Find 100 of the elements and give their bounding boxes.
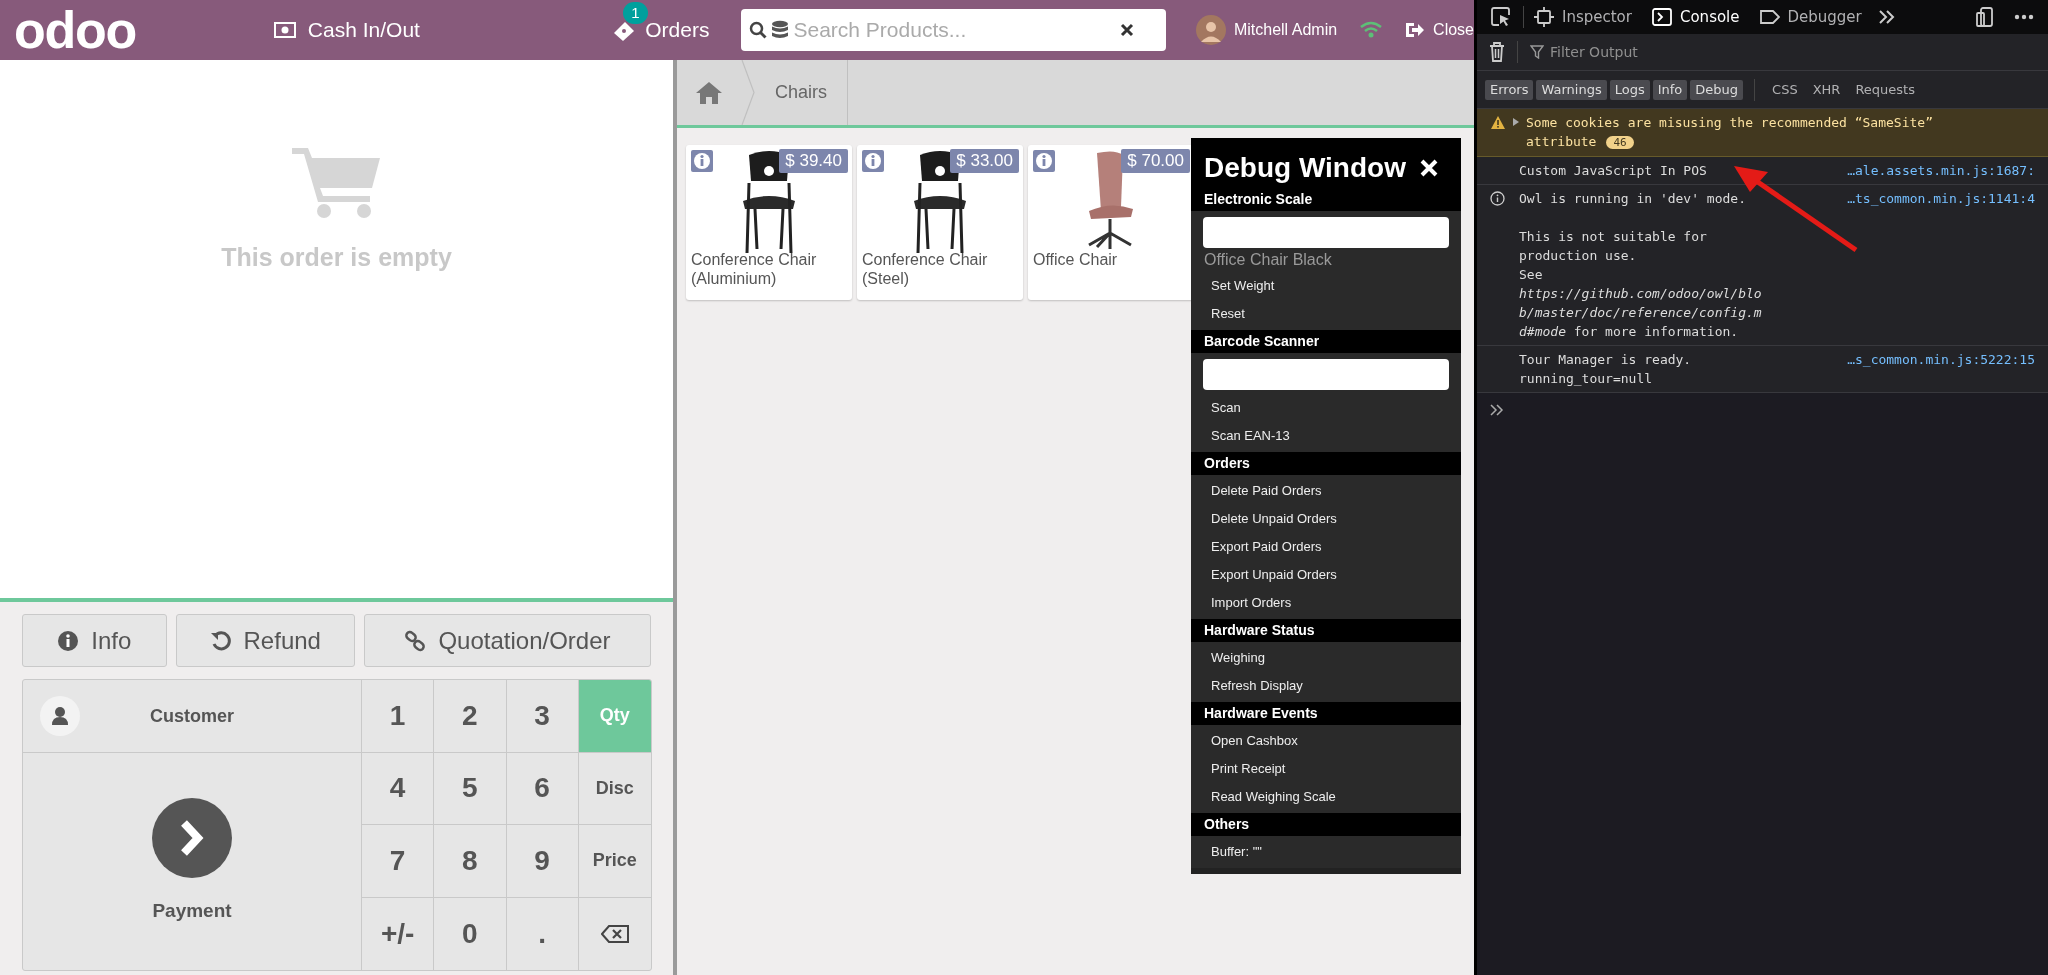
console-message: Tour Manager is ready. running_tour=null — [1519, 351, 1693, 388]
debug-action[interactable]: Delete Paid Orders — [1191, 477, 1461, 505]
numpad-key[interactable]: 5 — [434, 752, 507, 825]
backspace-icon — [600, 924, 629, 943]
debug-action[interactable]: Export Unpaid Orders — [1191, 561, 1461, 589]
numpad-key[interactable]: 7 — [362, 825, 435, 898]
level-filter-button[interactable]: Logs — [1609, 79, 1650, 100]
numpad-key[interactable]: 4 — [362, 752, 435, 825]
debug-action[interactable]: Delete Unpaid Orders — [1191, 505, 1461, 533]
numpad-key[interactable]: 3 — [506, 680, 579, 753]
source-link[interactable]: …s_common.min.js:5222:15 — [1847, 350, 2035, 369]
numpad-key[interactable]: 6 — [506, 752, 579, 825]
debug-action[interactable]: Export Paid Orders — [1191, 533, 1461, 561]
numpad-key[interactable]: 9 — [506, 825, 579, 898]
control-button[interactable]: Quotation/Order — [363, 614, 651, 667]
home-icon — [695, 80, 723, 105]
price-tag: $ 70.00 — [1121, 149, 1190, 173]
payment-button[interactable]: Payment — [23, 753, 361, 970]
info-icon — [1490, 191, 1505, 206]
close-icon[interactable] — [1420, 159, 1438, 177]
debug-action[interactable]: Refresh Display — [1191, 672, 1461, 700]
element-picker-icon[interactable] — [1491, 7, 1511, 27]
level-filter-button[interactable]: Info — [1652, 79, 1688, 100]
console-icon — [1651, 7, 1672, 27]
numpad-key[interactable]: 1 — [362, 680, 435, 753]
info-icon — [57, 629, 80, 652]
product-card[interactable]: $ 33.00 Conference Chair (Steel) — [857, 145, 1023, 300]
person-icon — [40, 696, 80, 736]
product-card[interactable]: $ 70.00 Office Chair — [1028, 145, 1194, 300]
debug-section-title: Hardware Events — [1191, 702, 1461, 725]
devtools-tab[interactable]: Inspector — [1524, 0, 1642, 34]
responsive-design-icon[interactable] — [1976, 7, 1994, 27]
numpad-key[interactable]: . — [506, 897, 579, 970]
debug-action[interactable]: Scan — [1191, 394, 1461, 422]
link-icon — [404, 629, 427, 652]
search-bar[interactable]: Search Products... — [741, 9, 1166, 51]
numpad-key[interactable]: +/- — [362, 897, 435, 970]
customer-button[interactable]: Customer — [23, 680, 361, 753]
warning-message: Some cookies are misusing the recommended “SameSite” attribute 46 — [1526, 114, 1934, 151]
category-filter-button[interactable]: XHR — [1806, 79, 1847, 100]
debug-action[interactable]: Read Weighing Scale — [1191, 783, 1461, 811]
wifi-icon — [1359, 21, 1384, 39]
more-options-icon[interactable] — [2014, 14, 2034, 20]
info-icon[interactable] — [862, 150, 884, 172]
product-name: Conference Chair (Steel) — [861, 250, 989, 288]
search-icon — [749, 21, 768, 39]
devtools-tab[interactable]: Debugger — [1749, 0, 1872, 34]
debug-action[interactable]: Open Cashbox — [1191, 727, 1461, 755]
debug-action[interactable]: Scan EAN-13 — [1191, 422, 1461, 450]
control-button[interactable]: Refund — [175, 614, 355, 667]
mode-key[interactable]: Price — [578, 825, 651, 898]
trash-icon[interactable] — [1489, 42, 1505, 62]
close-button[interactable]: Close — [1405, 18, 1474, 42]
cash-in-out-button[interactable]: Cash In/Out — [273, 14, 572, 46]
debug-window-title: Debug Window — [1204, 151, 1406, 185]
level-filter-button[interactable]: Errors — [1485, 79, 1534, 100]
debug-action[interactable]: Import Orders — [1191, 589, 1461, 617]
debug-action[interactable]: Set Weight — [1191, 272, 1461, 300]
devtools-tab[interactable]: Console — [1641, 0, 1750, 34]
numpad-key[interactable]: 2 — [434, 680, 507, 753]
debug-input-field[interactable] — [1203, 359, 1449, 390]
product-card[interactable]: $ 39.40 Conference Chair (Aluminium) — [686, 145, 852, 300]
source-link[interactable]: …ts_common.min.js:1141:4 — [1847, 189, 2035, 208]
console-message: Custom JavaScript In POS — [1519, 162, 1708, 180]
numpad-key[interactable]: 0 — [434, 897, 507, 970]
info-icon[interactable] — [1033, 150, 1055, 172]
console-message: This is not suitable for production use. See https://github.com/odoo/owl/blob/master/doc/reference/config.md#mode for more information. — [1519, 228, 1763, 341]
control-button[interactable]: Info — [22, 614, 167, 667]
price-tag: $ 33.00 — [950, 149, 1019, 173]
info-icon[interactable] — [691, 150, 713, 172]
category-filter-button[interactable]: Requests — [1849, 79, 1921, 100]
product-name: Conference Chair (Aluminium) — [690, 250, 818, 288]
product-name: Office Chair Black — [1203, 250, 1333, 269]
expand-triangle-icon[interactable] — [1512, 117, 1520, 127]
price-tag: $ 39.40 — [779, 149, 848, 173]
search-field[interactable]: Search Products... — [793, 14, 1116, 46]
level-filter-button[interactable]: Warnings — [1536, 79, 1607, 100]
more-tabs-icon[interactable] — [1877, 9, 1896, 25]
level-filter-button[interactable]: Debug — [1690, 79, 1744, 100]
category-filter-button[interactable]: CSS — [1766, 79, 1804, 100]
debug-action[interactable]: Reset — [1191, 300, 1461, 328]
debug-input-field[interactable] — [1203, 217, 1449, 248]
clear-search-icon[interactable] — [1119, 23, 1134, 37]
filter-field[interactable]: Filter Output — [1550, 41, 2048, 63]
debug-action[interactable]: Weighing — [1191, 644, 1461, 672]
cash-icon — [273, 22, 296, 38]
source-link[interactable]: …ale.assets.min.js:1687: — [1847, 161, 2035, 180]
debug-section-title: Others — [1191, 813, 1461, 836]
mode-key[interactable]: Disc — [578, 752, 651, 825]
filter-icon — [1530, 45, 1544, 59]
prompt-chevron-icon — [1490, 404, 1504, 416]
refund-icon — [209, 629, 232, 652]
user-menu[interactable]: Mitchell Admin — [1195, 15, 1338, 45]
order-count-badge: 1 — [623, 2, 648, 25]
console-message: Owl is running in 'dev' mode. — [1519, 190, 1747, 208]
debug-action[interactable]: Buffer: "" — [1191, 838, 1461, 866]
avatar-icon — [1195, 15, 1226, 45]
debug-action[interactable]: Print Receipt — [1191, 755, 1461, 783]
tag-icon — [1759, 7, 1780, 27]
numpad-key[interactable]: 8 — [434, 825, 507, 898]
